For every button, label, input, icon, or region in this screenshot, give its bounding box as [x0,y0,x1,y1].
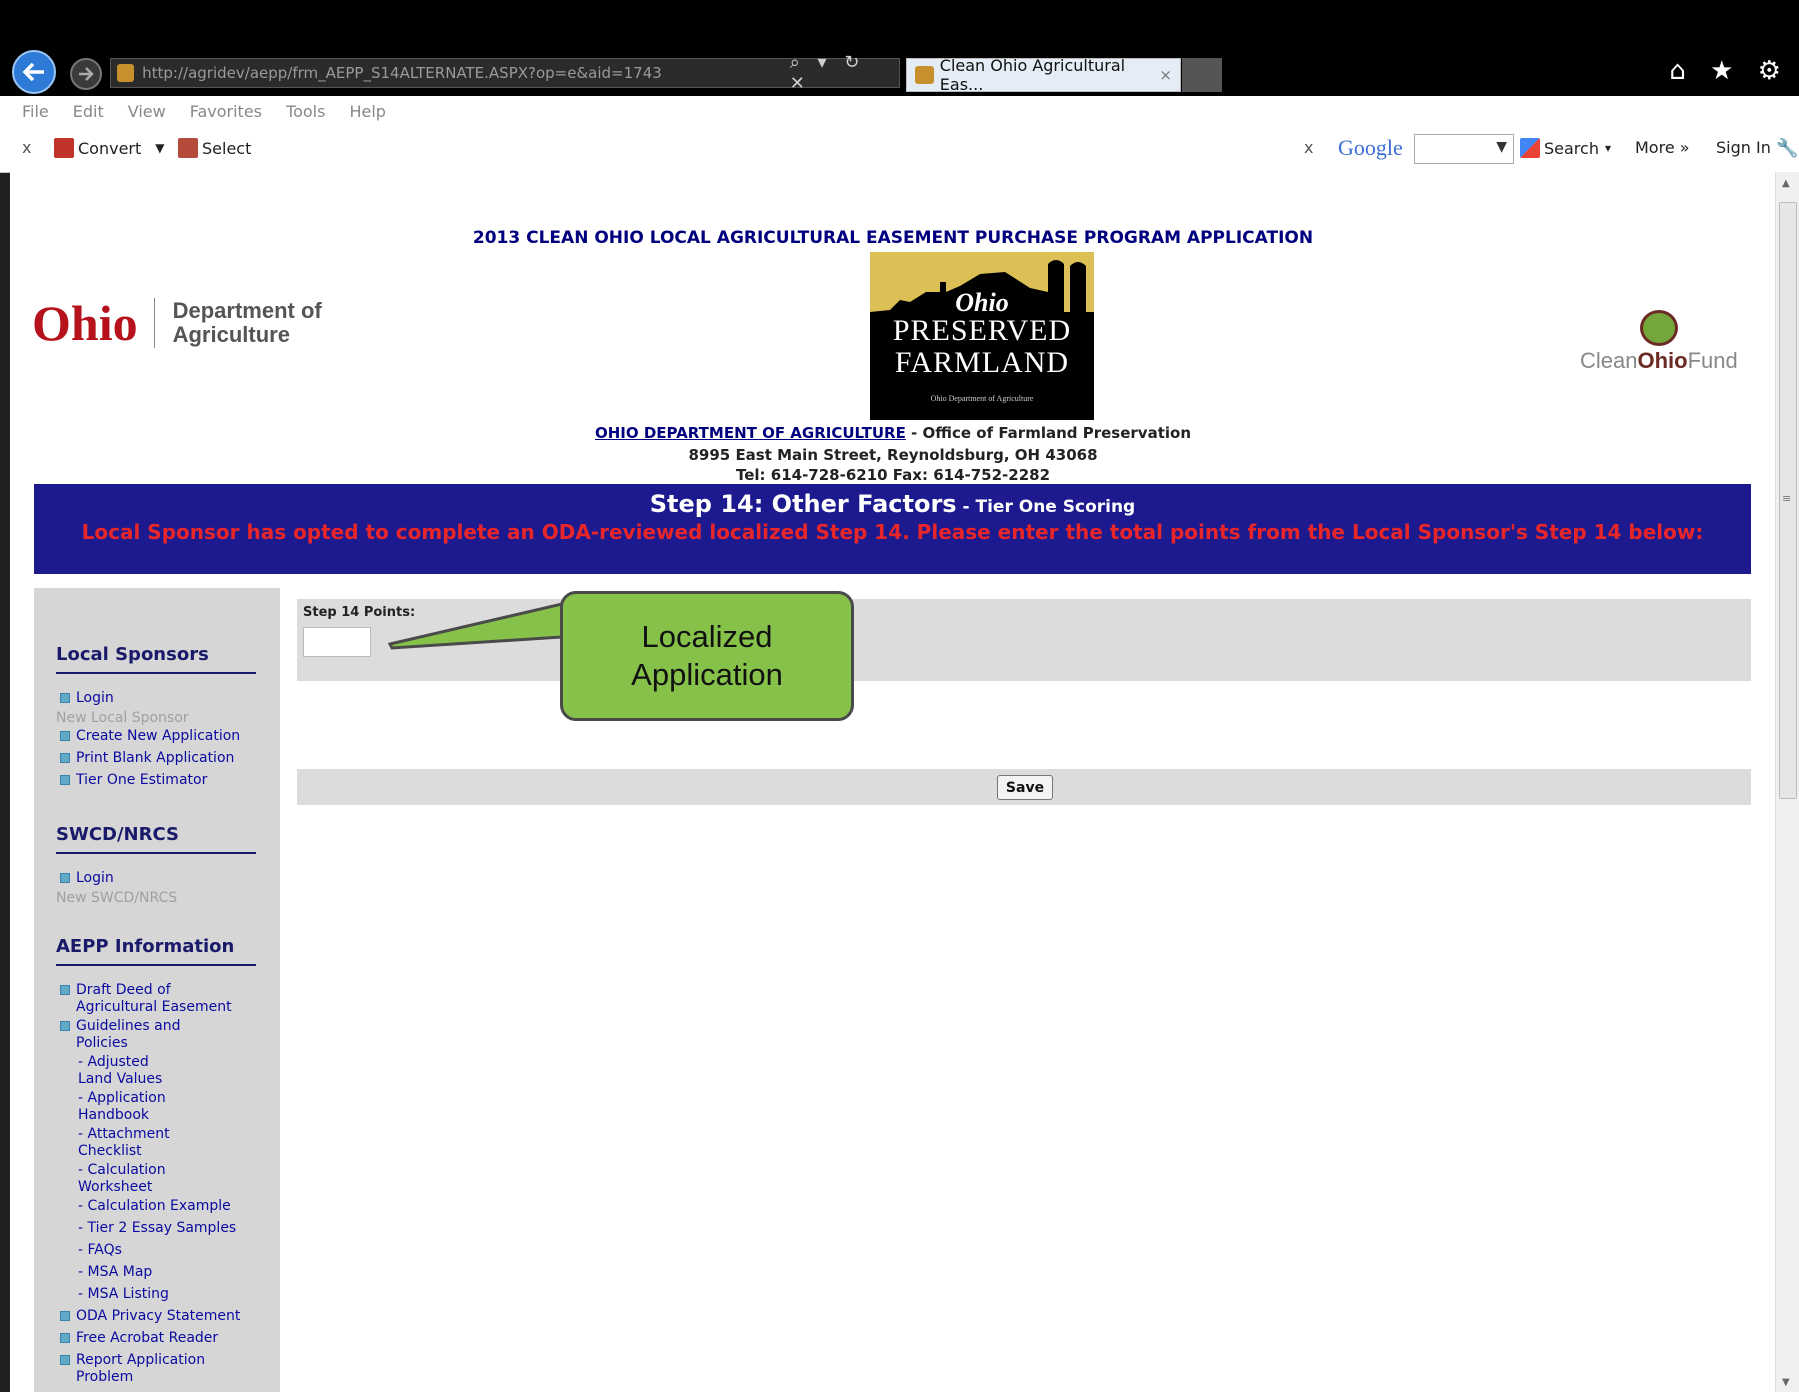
sidebar-item-acrobat-reader[interactable]: Free Acrobat Reader [60,1330,218,1347]
sidebar-item-label: - Adjusted [78,1054,149,1070]
bullet-icon [60,873,70,883]
command-toolbar: x Convert ▼ Select x Google ▼ Search ▾ M… [0,126,1799,173]
select-label: Select [202,138,252,158]
site-favicon-icon [117,64,135,82]
convert-button[interactable]: Convert ▼ [54,138,165,158]
sidebar-item-label: - Application [78,1090,166,1106]
convert-label: Convert [78,138,142,158]
google-logo: Google [1338,135,1403,160]
bullet-icon [60,1355,70,1365]
page-viewport: 2013 CLEAN OHIO LOCAL AGRICULTURAL EASEM… [10,172,1775,1392]
localized-application-callout: Localized Application [560,591,854,721]
sidebar-heading-aepp-information: AEPP Information [56,936,235,957]
address-url[interactable]: http://agridev/aepp/frm_AEPP_S14ALTERNAT… [142,64,790,82]
sidebar-item-label: - Attachment [78,1126,170,1142]
sidebar-item-privacy-statement[interactable]: ODA Privacy Statement [60,1308,240,1325]
scroll-down-icon[interactable]: ▼ [1782,1377,1790,1388]
sidebar-item-draft-deed[interactable]: Draft Deed of Agricultural Easement [60,982,232,1016]
home-favorites-settings-icons[interactable]: ⌂ ★ ⚙ [1669,56,1789,86]
menu-help[interactable]: Help [349,102,385,121]
sidebar-item-swcd-login[interactable]: Login [60,870,114,887]
sidebar-item-label: Handbook [78,1107,149,1123]
wrench-icon[interactable]: 🔧 [1776,138,1798,159]
sidebar-item-label: Problem [76,1369,134,1385]
sidebar-item-label: Draft Deed of [76,982,171,998]
google-search-button[interactable]: Search ▾ [1520,138,1611,158]
sidebar-item-report-problem[interactable]: Report Application Problem [60,1352,205,1386]
menu-edit[interactable]: Edit [73,102,104,121]
bullet-icon [60,1333,70,1343]
sidebar-subitem-faqs[interactable]: - FAQs [78,1242,122,1259]
sidebar-item-label: Guidelines and [76,1018,181,1034]
sidebar-item-label: Report Application [76,1352,206,1368]
sidebar-subitem-calculation-example[interactable]: - Calculation Example [78,1198,231,1215]
sidebar-item-new-swcd: New SWCD/NRCS [56,890,178,906]
sidebar-subitem-tier2-essay-samples[interactable]: - Tier 2 Essay Samples [78,1220,236,1237]
toolbar-close-icon[interactable]: x [22,138,31,157]
browser-tab[interactable]: Clean Ohio Agricultural Eas... × [906,56,1181,94]
callout-pointer [387,602,564,650]
sidebar-item-label: Policies [76,1035,128,1051]
tab-favicon-icon [915,66,934,84]
pdf-convert-icon [54,138,74,158]
forward-button[interactable] [70,58,102,90]
bullet-icon [60,1021,70,1031]
sidebar-item-label: Agricultural Easement [76,999,232,1015]
sidebar-subitem-attachment-checklist[interactable]: - Attachment Checklist [78,1126,170,1160]
sidebar-subitem-msa-map[interactable]: - MSA Map [78,1264,152,1281]
vertical-scrollbar[interactable]: ▲ ≡ ▼ [1775,172,1799,1392]
address-controls[interactable]: ⌕ ▾ ↻ ✕ [790,52,899,94]
google-toolbar-close-icon[interactable]: x [1304,138,1313,157]
sidebar-item-label: Land Values [78,1071,163,1087]
scroll-up-icon[interactable]: ▲ [1782,178,1790,189]
menu-favorites[interactable]: Favorites [190,102,262,121]
scroll-grip-icon: ≡ [1782,492,1792,505]
menu-bar: File Edit View Favorites Tools Help [0,96,1799,126]
new-tab-button[interactable] [1182,58,1222,92]
search-label: Search [1544,138,1599,158]
menu-tools[interactable]: Tools [286,102,325,121]
sidebar-divider [56,964,256,966]
tab-close-icon[interactable]: × [1159,66,1172,84]
sidebar-item-guidelines[interactable]: Guidelines and Policies [60,1018,180,1052]
address-bar[interactable]: http://agridev/aepp/frm_AEPP_S14ALTERNAT… [110,52,900,94]
google-search-icon [1520,138,1540,158]
more-button[interactable]: More » [1635,138,1690,157]
sidebar-subitem-adjusted-land-values[interactable]: - Adjusted Land Values [78,1054,162,1088]
search-dropdown-icon[interactable]: ▾ [1605,141,1611,155]
forward-arrow-icon [79,67,94,81]
sidebar-item-label: ODA Privacy Statement [76,1308,241,1324]
google-search-input[interactable]: ▼ [1414,134,1514,164]
browser-title-bar: http://agridev/aepp/frm_AEPP_S14ALTERNAT… [0,0,1799,96]
back-button[interactable] [12,50,56,94]
pdf-select-icon [178,138,198,158]
bullet-icon [60,1311,70,1321]
sidebar-item-label: Login [76,870,114,886]
sidebar-item-label: Worksheet [78,1179,153,1195]
sidebar-item-label: - Calculation [78,1162,166,1178]
menu-view[interactable]: View [128,102,166,121]
sidebar-item-label: Free Acrobat Reader [76,1330,219,1346]
tab-title: Clean Ohio Agricultural Eas... [939,56,1126,94]
sidebar-subitem-msa-listing[interactable]: - MSA Listing [78,1286,169,1303]
sidebar-item-label: Checklist [78,1143,142,1159]
bullet-icon [60,985,70,995]
back-arrow-icon [22,62,44,82]
convert-dropdown-icon[interactable]: ▼ [155,141,164,155]
google-dropdown-icon[interactable]: ▼ [1496,139,1507,155]
sidebar-subitem-calculation-worksheet[interactable]: - Calculation Worksheet [78,1162,166,1196]
sign-in-link[interactable]: Sign In [1716,138,1771,157]
callout-line2: Application [631,657,783,692]
select-button[interactable]: Select [178,138,251,158]
menu-file[interactable]: File [22,102,49,121]
sidebar-subitem-application-handbook[interactable]: - Application Handbook [78,1090,166,1124]
callout-line1: Localized [641,619,773,654]
